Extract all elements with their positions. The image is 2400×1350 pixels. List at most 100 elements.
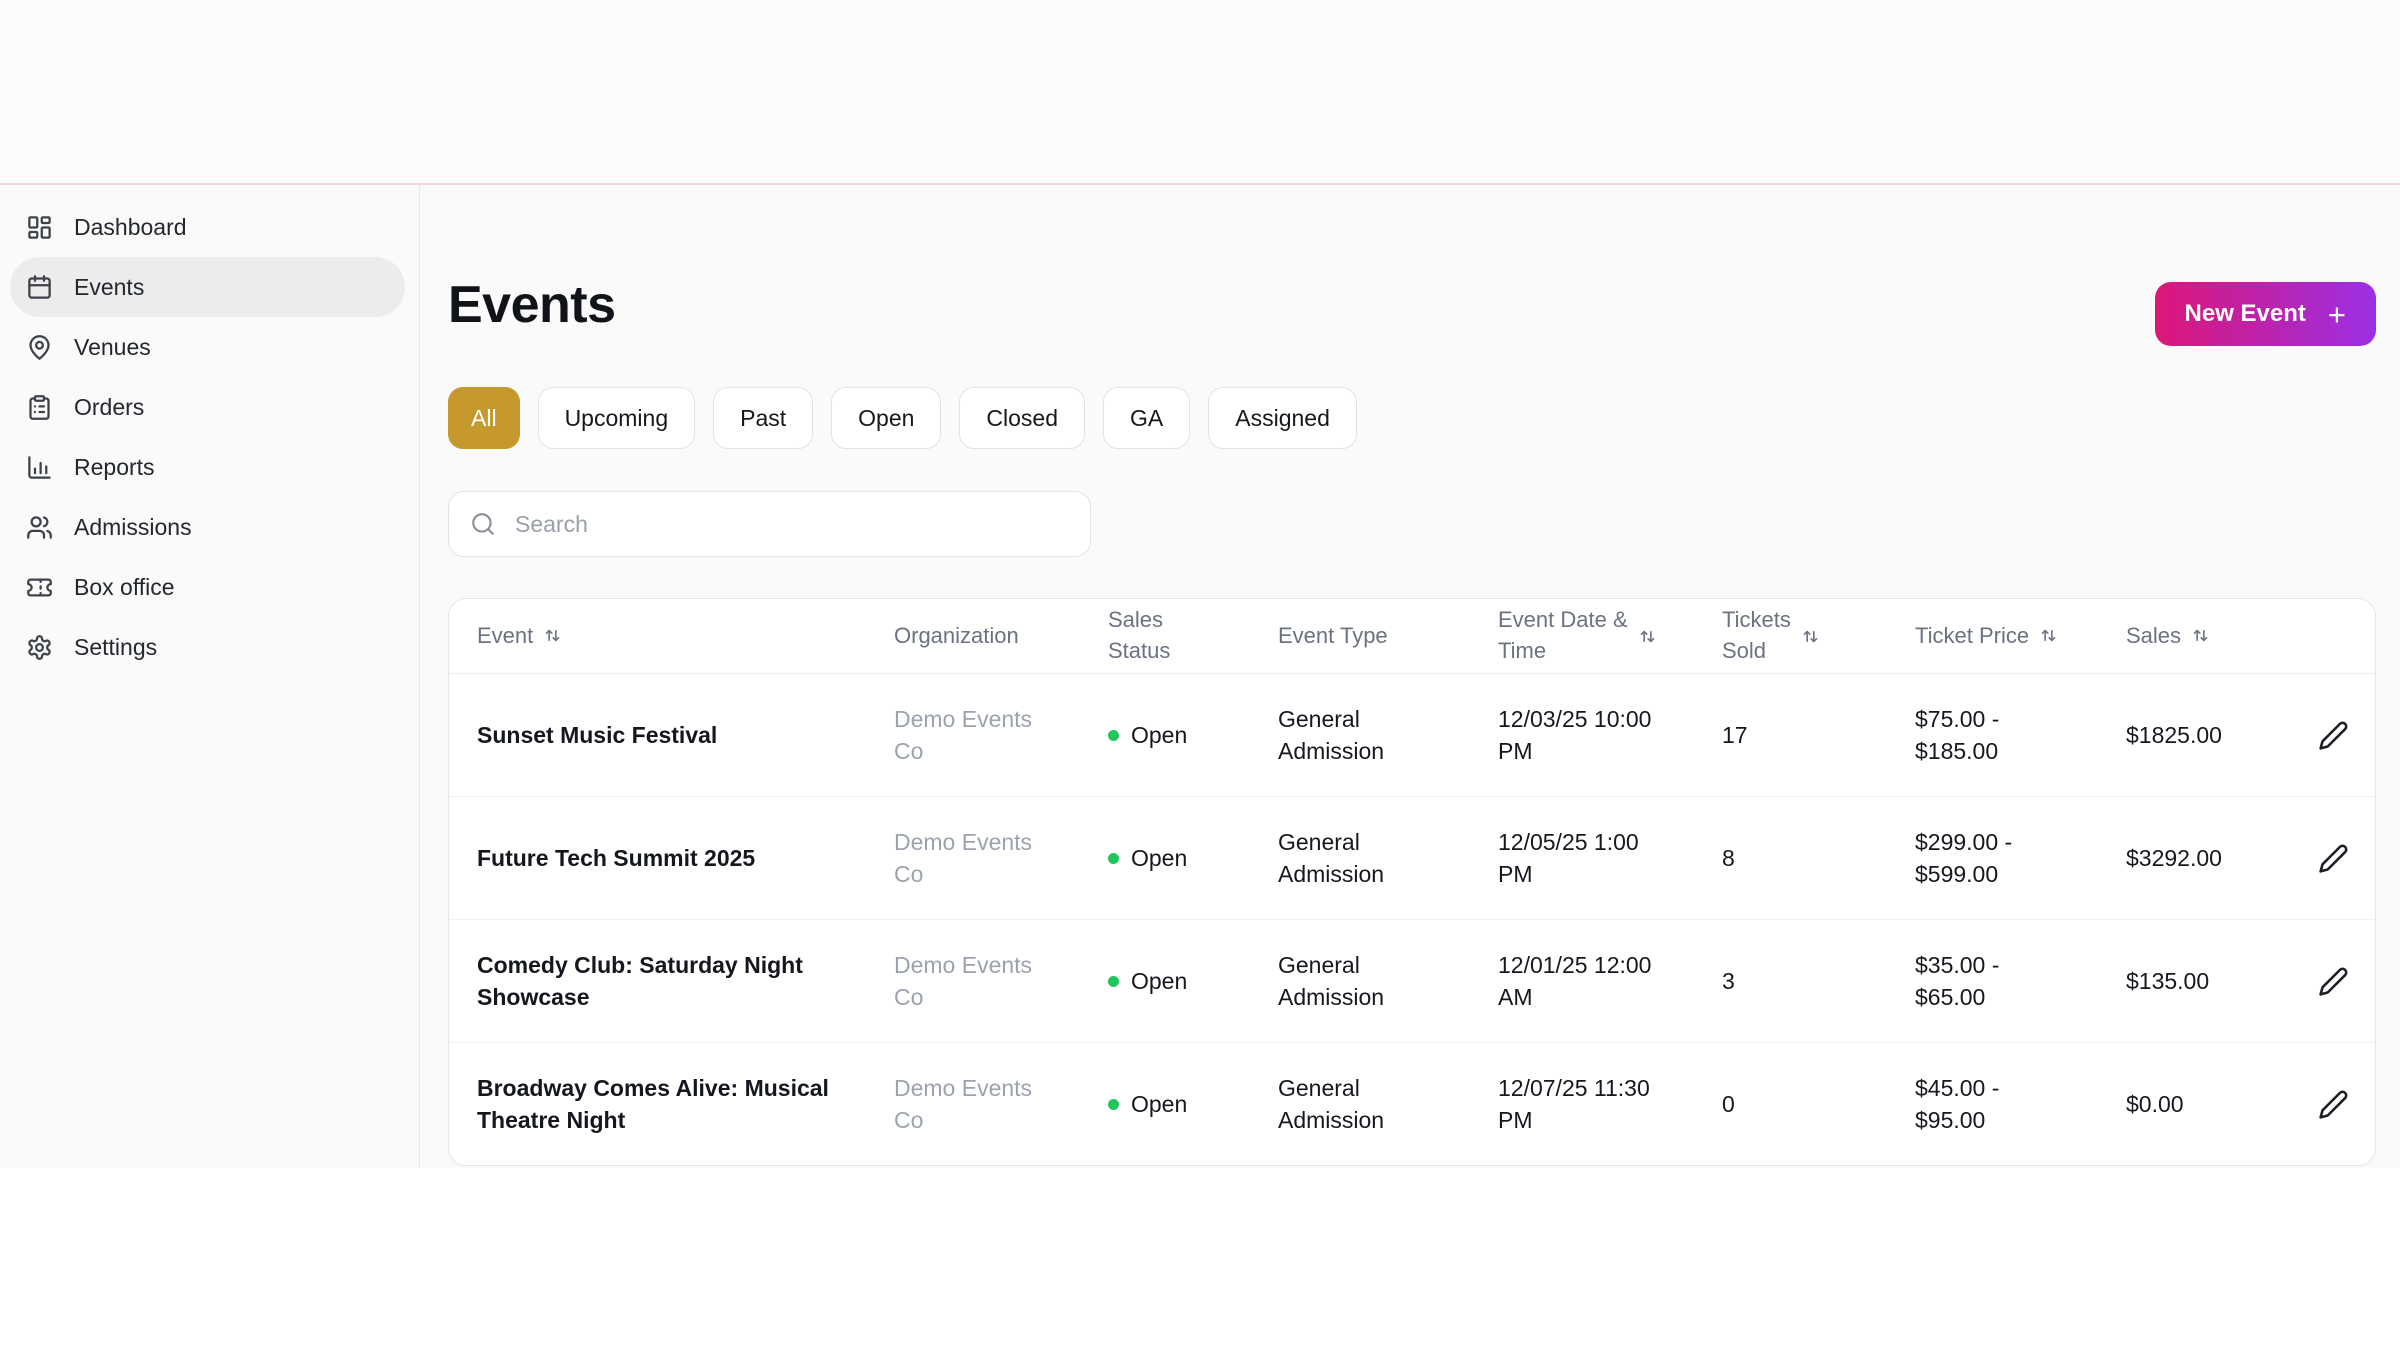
sidebar-item-admissions[interactable]: Admissions bbox=[10, 497, 405, 557]
ticket-price-cell: $45.00 - $95.00 bbox=[1915, 1074, 2000, 1133]
status-label: Open bbox=[1131, 844, 1188, 871]
ticket-icon bbox=[26, 574, 53, 601]
search-box[interactable] bbox=[448, 491, 1091, 557]
filter-chip-all[interactable]: All bbox=[448, 387, 520, 449]
status-dot bbox=[1108, 1098, 1119, 1110]
events-table: Event Organization Sales Status Event Ty… bbox=[448, 598, 2376, 1166]
map-pin-icon bbox=[26, 334, 53, 361]
new-event-label: New Event bbox=[2184, 300, 2306, 327]
organization-cell: Demo Events Co bbox=[894, 705, 1033, 764]
sidebar-item-label: Events bbox=[74, 273, 145, 300]
sidebar-item-settings[interactable]: Settings bbox=[10, 617, 405, 677]
sales-cell: $0.00 bbox=[2126, 1090, 2184, 1117]
bar-chart-icon bbox=[26, 454, 53, 481]
event-name-cell: Future Tech Summit 2025 bbox=[477, 844, 756, 871]
edit-event-button[interactable] bbox=[2314, 962, 2353, 1001]
column-header-label: Sales Status bbox=[1108, 607, 1171, 663]
column-header-organization: Organization bbox=[894, 621, 1108, 652]
sidebar-nav: Dashboard Events Venues Orders Reports A… bbox=[0, 197, 419, 677]
search-icon bbox=[470, 511, 496, 537]
status-label: Open bbox=[1131, 967, 1188, 994]
sort-icon[interactable] bbox=[1638, 627, 1657, 646]
event-datetime-cell: 12/01/25 12:00 AM bbox=[1498, 951, 1652, 1010]
app-screen: Dashboard Events Venues Orders Reports A… bbox=[0, 0, 2400, 1350]
filter-chip-label: Assigned bbox=[1235, 404, 1330, 431]
sales-status-cell: Open bbox=[1108, 842, 1278, 874]
column-header-event-date-time[interactable]: Event Date & Time bbox=[1498, 605, 1722, 667]
sidebar-item-reports[interactable]: Reports bbox=[10, 437, 405, 497]
sidebar-item-orders[interactable]: Orders bbox=[10, 377, 405, 437]
sort-icon[interactable] bbox=[1801, 627, 1820, 646]
sort-icon[interactable] bbox=[2039, 626, 2058, 645]
filter-chip-label: GA bbox=[1130, 404, 1164, 431]
layout-dashboard-icon bbox=[26, 214, 53, 241]
column-header-sales[interactable]: Sales bbox=[2126, 621, 2291, 652]
gear-icon bbox=[26, 634, 53, 661]
sidebar-item-box-office[interactable]: Box office bbox=[10, 557, 405, 617]
table-row[interactable]: Future Tech Summit 2025 Demo Events Co O… bbox=[449, 797, 2375, 920]
event-type-cell: General Admission bbox=[1278, 828, 1385, 887]
sidebar-item-label: Reports bbox=[74, 453, 155, 480]
sales-cell: $1825.00 bbox=[2126, 721, 2222, 748]
tickets-sold-cell: 8 bbox=[1722, 844, 1735, 871]
column-header-label: Tickets Sold bbox=[1722, 607, 1791, 663]
edit-event-button[interactable] bbox=[2314, 716, 2353, 755]
filter-chip-closed[interactable]: Closed bbox=[959, 387, 1086, 449]
pencil-icon bbox=[2318, 966, 2349, 997]
sort-icon[interactable] bbox=[2191, 626, 2210, 645]
sidebar-item-venues[interactable]: Venues bbox=[10, 317, 405, 377]
organization-cell: Demo Events Co bbox=[894, 1074, 1033, 1133]
sidebar-item-label: Dashboard bbox=[74, 213, 187, 240]
sidebar-item-events[interactable]: Events bbox=[10, 257, 405, 317]
users-icon bbox=[26, 514, 53, 541]
sales-cell: $135.00 bbox=[2126, 967, 2210, 994]
column-header-ticket-price[interactable]: Ticket Price bbox=[1915, 621, 2126, 652]
filter-chip-label: All bbox=[471, 404, 497, 431]
sidebar-item-label: Orders bbox=[74, 393, 145, 420]
event-name-cell: Broadway Comes Alive: Musical Theatre Ni… bbox=[477, 1074, 829, 1133]
ticket-price-cell: $35.00 - $65.00 bbox=[1915, 951, 2000, 1010]
event-datetime-cell: 12/07/25 11:30 PM bbox=[1498, 1074, 1650, 1133]
sidebar-item-label: Admissions bbox=[74, 513, 192, 540]
filter-chip-label: Open bbox=[858, 404, 915, 431]
pencil-icon bbox=[2318, 1089, 2349, 1120]
column-header-label: Organization bbox=[894, 622, 1019, 648]
actions-cell bbox=[2291, 1085, 2375, 1124]
pencil-icon bbox=[2318, 720, 2349, 751]
edit-event-button[interactable] bbox=[2314, 839, 2353, 878]
page-title: Events bbox=[448, 276, 616, 334]
edit-event-button[interactable] bbox=[2314, 1085, 2353, 1124]
filter-chip-ga[interactable]: GA bbox=[1103, 387, 1191, 449]
table-row[interactable]: Comedy Club: Saturday Night Showcase Dem… bbox=[449, 920, 2375, 1043]
status-label: Open bbox=[1131, 721, 1188, 748]
status-label: Open bbox=[1131, 1090, 1188, 1117]
table-row[interactable]: Sunset Music Festival Demo Events Co Ope… bbox=[449, 674, 2375, 797]
filter-chip-upcoming[interactable]: Upcoming bbox=[537, 387, 696, 449]
event-type-cell: General Admission bbox=[1278, 705, 1385, 764]
search-input[interactable] bbox=[513, 509, 1069, 539]
sidebar-item-dashboard[interactable]: Dashboard bbox=[10, 197, 405, 257]
tickets-sold-cell: 0 bbox=[1722, 1090, 1735, 1117]
sort-icon[interactable] bbox=[543, 626, 562, 645]
clipboard-icon bbox=[26, 394, 53, 421]
event-name-cell: Comedy Club: Saturday Night Showcase bbox=[477, 951, 803, 1010]
sidebar-item-label: Venues bbox=[74, 333, 151, 360]
column-header-event[interactable]: Event bbox=[449, 621, 894, 652]
table-row[interactable]: Broadway Comes Alive: Musical Theatre Ni… bbox=[449, 1043, 2375, 1165]
tickets-sold-cell: 3 bbox=[1722, 967, 1735, 994]
event-name-cell: Sunset Music Festival bbox=[477, 721, 718, 748]
tickets-sold-cell: 17 bbox=[1722, 721, 1748, 748]
column-header-event-type: Event Type bbox=[1278, 621, 1498, 652]
filter-chip-past[interactable]: Past bbox=[713, 387, 814, 449]
new-event-button[interactable]: New Event + bbox=[2154, 282, 2376, 346]
event-datetime-cell: 12/03/25 10:00 PM bbox=[1498, 705, 1652, 764]
plus-icon: + bbox=[2327, 296, 2346, 332]
event-type-cell: General Admission bbox=[1278, 951, 1385, 1010]
organization-cell: Demo Events Co bbox=[894, 828, 1033, 887]
column-header-tickets-sold[interactable]: Tickets Sold bbox=[1722, 605, 1915, 667]
sales-status-cell: Open bbox=[1108, 719, 1278, 751]
organization-cell: Demo Events Co bbox=[894, 951, 1033, 1010]
filter-chip-open[interactable]: Open bbox=[831, 387, 942, 449]
column-header-label: Ticket Price bbox=[1915, 622, 2030, 648]
filter-chip-assigned[interactable]: Assigned bbox=[1208, 387, 1357, 449]
